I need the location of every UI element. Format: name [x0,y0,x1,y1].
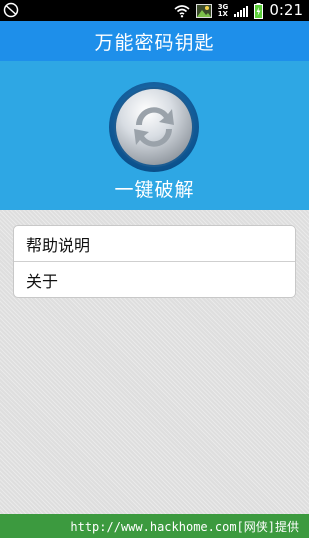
status-icons: 3G 1X 0:21 [174,1,303,20]
network-type-label: 3G 1X [217,3,229,18]
crack-button-label[interactable]: 一键破解 [0,175,309,202]
watermark-text: http://www.hackhome.com[网侠]提供 [70,519,299,534]
signal-icon [234,5,249,17]
wifi-icon [174,4,190,17]
status-bar: 3G 1X 0:21 [0,0,309,21]
battery-charging-icon [254,2,264,19]
app-screen: 3G 1X 0:21 万能密码钥匙 一键破解 帮助说明 关于 http://ww… [0,0,309,538]
menu-item-about[interactable]: 关于 [14,262,295,297]
clock: 0:21 [269,1,303,19]
watermark-bar: http://www.hackhome.com[网侠]提供 [0,514,309,538]
title-bar: 万能密码钥匙 [0,21,309,61]
one-click-crack-button[interactable] [108,81,200,173]
menu-item-label: 帮助说明 [26,235,91,255]
content-area: 帮助说明 关于 [0,210,309,514]
menu-item-label: 关于 [26,271,59,291]
hero-panel: 一键破解 [0,61,309,210]
menu-item-help[interactable]: 帮助说明 [14,226,295,261]
network-bottom: 1X [217,9,228,18]
photo-icon [195,3,212,18]
menu-list: 帮助说明 关于 [13,225,296,298]
app-title: 万能密码钥匙 [94,31,215,54]
blocked-icon [3,2,19,18]
